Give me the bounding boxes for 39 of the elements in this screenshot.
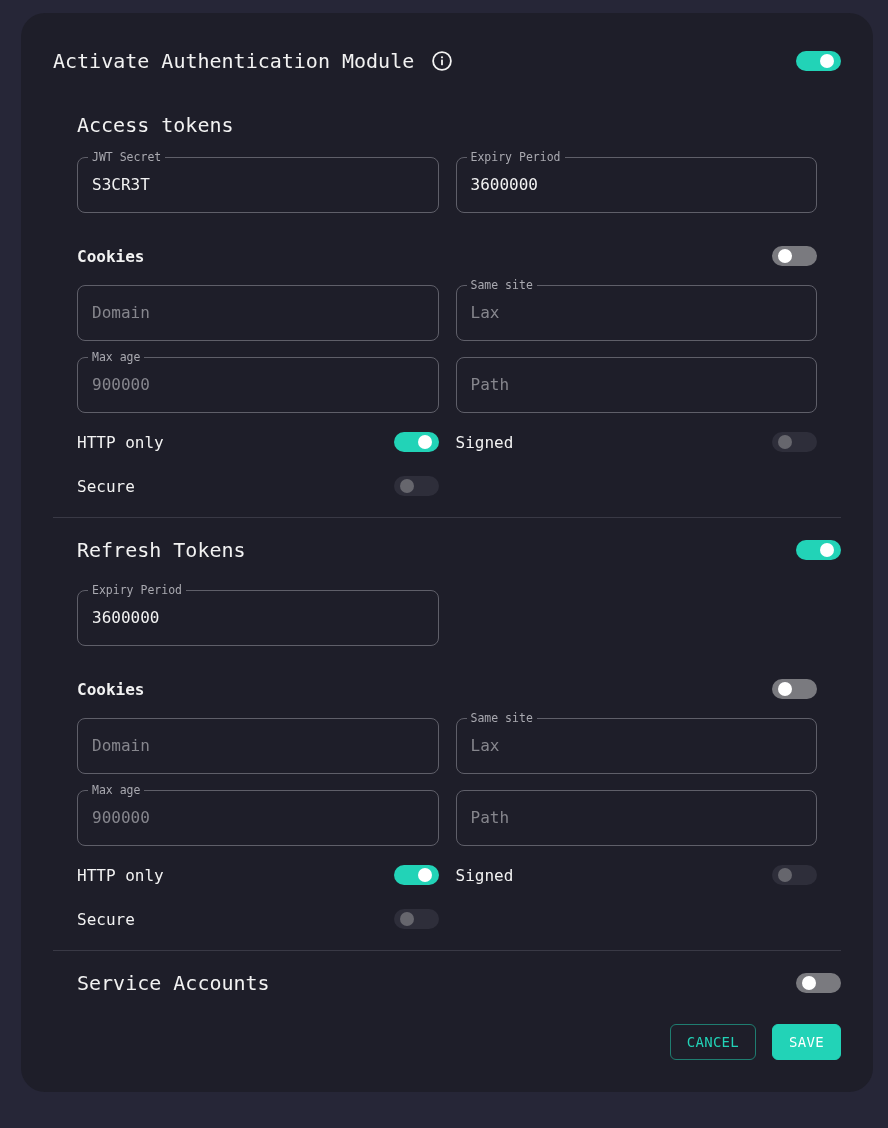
section-title: Refresh Tokens bbox=[77, 538, 246, 562]
field-label: Same site bbox=[469, 278, 534, 292]
text-field[interactable]: JWT Secret S3CR3T bbox=[77, 150, 439, 213]
switch-label: Secure bbox=[77, 476, 135, 496]
section-title: Access tokens bbox=[77, 113, 234, 137]
switch-label: HTTP only bbox=[77, 865, 164, 885]
module-title: Activate Authentication Module bbox=[53, 49, 415, 73]
toggle-switch[interactable] bbox=[796, 540, 841, 560]
text-field[interactable]: Path bbox=[455, 790, 817, 846]
cancel-button[interactable]: CANCEL bbox=[669, 1024, 757, 1060]
text-field[interactable]: Path bbox=[455, 357, 817, 413]
field-label: Same site bbox=[469, 711, 534, 725]
switch-label: Signed bbox=[455, 432, 514, 452]
text-field[interactable]: Domain bbox=[77, 285, 439, 341]
text-field[interactable]: Expiry Period 3600000 bbox=[455, 150, 817, 213]
subsection-title: Cookies bbox=[77, 679, 145, 699]
text-field[interactable]: Domain bbox=[77, 718, 439, 774]
field-label: Expiry Period bbox=[469, 150, 562, 164]
toggle-switch[interactable] bbox=[393, 432, 439, 452]
switch-label: Signed bbox=[455, 865, 514, 885]
info-icon[interactable] bbox=[432, 51, 453, 71]
text-field[interactable]: Expiry Period 3600000 bbox=[77, 583, 439, 646]
text-field[interactable]: Max age 900000 bbox=[77, 350, 439, 413]
field-label: JWT Secret bbox=[91, 150, 163, 164]
toggle-switch[interactable] bbox=[796, 51, 841, 71]
switch-label: Secure bbox=[77, 909, 135, 929]
subsection-title: Cookies bbox=[77, 246, 145, 266]
field-label: Expiry Period bbox=[91, 583, 183, 597]
toggle-switch[interactable] bbox=[772, 246, 817, 266]
field-label: Max age bbox=[91, 350, 142, 364]
toggle-switch[interactable] bbox=[796, 973, 841, 993]
section-title: Service Accounts bbox=[77, 971, 270, 995]
toggle-switch[interactable] bbox=[393, 865, 439, 885]
toggle-switch[interactable] bbox=[772, 679, 817, 699]
switch-label: HTTP only bbox=[77, 432, 164, 452]
text-field[interactable]: Max age 900000 bbox=[77, 783, 439, 846]
text-field[interactable]: Same site Lax bbox=[455, 278, 817, 341]
field-label: Max age bbox=[91, 783, 142, 797]
text-field[interactable]: Same site Lax bbox=[455, 711, 817, 774]
